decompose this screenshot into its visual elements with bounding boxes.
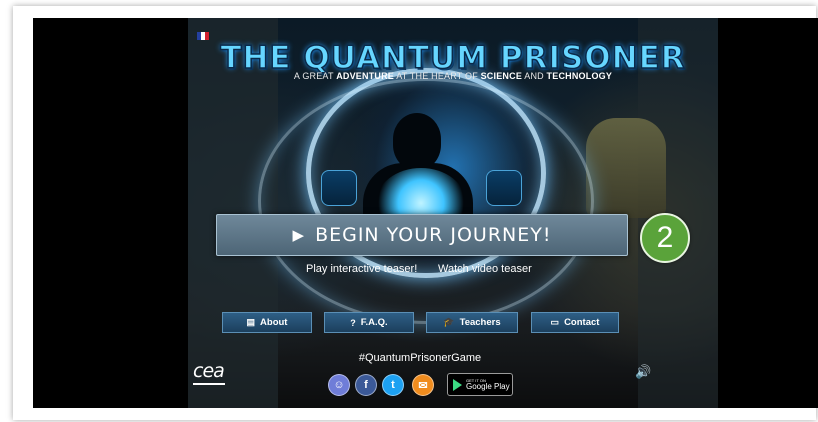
subtitle-part: SCIENCE <box>480 71 523 81</box>
teachers-label: Teachers <box>459 317 501 328</box>
faq-button[interactable]: ? F.A.Q. <box>324 312 414 333</box>
hashtag: #QuantumPrisonerGame <box>358 352 482 364</box>
teachers-button[interactable]: 🎓 Teachers <box>426 312 518 333</box>
cea-logo[interactable]: cea <box>193 360 225 382</box>
document-icon: ▤ <box>246 317 256 327</box>
subtitle-part: A GREAT <box>293 71 337 81</box>
step-number-badge: 2 <box>640 213 690 263</box>
contact-card-icon: ▭ <box>550 317 560 327</box>
interactive-teaser-link[interactable]: Play interactive teaser! <box>306 263 417 275</box>
facebook-icon[interactable]: f <box>355 374 377 396</box>
faq-label: F.A.Q. <box>360 317 388 328</box>
cea-logo-underline <box>193 383 225 385</box>
google-play-icon <box>453 378 462 391</box>
google-play-text: GET IT ON Google Play <box>466 378 510 391</box>
left-fist <box>321 170 357 206</box>
google-play-button[interactable]: GET IT ON Google Play <box>447 373 513 396</box>
french-flag-icon[interactable] <box>197 32 209 40</box>
page-subtitle: A GREAT ADVENTURE AT THE HEART OF SCIENC… <box>188 71 718 81</box>
question-icon: ? <box>350 317 356 328</box>
play-icon: ▶ <box>292 226 306 244</box>
discord-icon[interactable]: ☺ <box>328 374 350 396</box>
subtitle-part: AND <box>522 71 547 81</box>
about-button[interactable]: ▤ About <box>222 312 312 333</box>
about-label: About <box>260 317 288 328</box>
begin-journey-label: BEGIN YOUR JOURNEY! <box>315 224 552 246</box>
statue-decoration <box>586 118 666 218</box>
begin-journey-button[interactable]: ▶ BEGIN YOUR JOURNEY! <box>216 214 628 256</box>
email-icon[interactable]: ✉ <box>412 374 434 396</box>
twitter-icon[interactable]: t <box>382 374 404 396</box>
subtitle-part: AT THE HEART OF <box>394 71 481 81</box>
sound-icon[interactable]: 🔊 <box>635 364 651 380</box>
subtitle-part: ADVENTURE <box>336 71 395 81</box>
right-fist <box>486 170 522 206</box>
video-teaser-link[interactable]: Watch video teaser <box>438 263 532 275</box>
google-play-big-text: Google Play <box>466 381 510 391</box>
contact-label: Contact <box>564 317 600 328</box>
subtitle-part: TECHNOLOGY <box>546 71 613 81</box>
contact-button[interactable]: ▭ Contact <box>531 312 619 333</box>
graduation-cap-icon: 🎓 <box>443 317 455 327</box>
